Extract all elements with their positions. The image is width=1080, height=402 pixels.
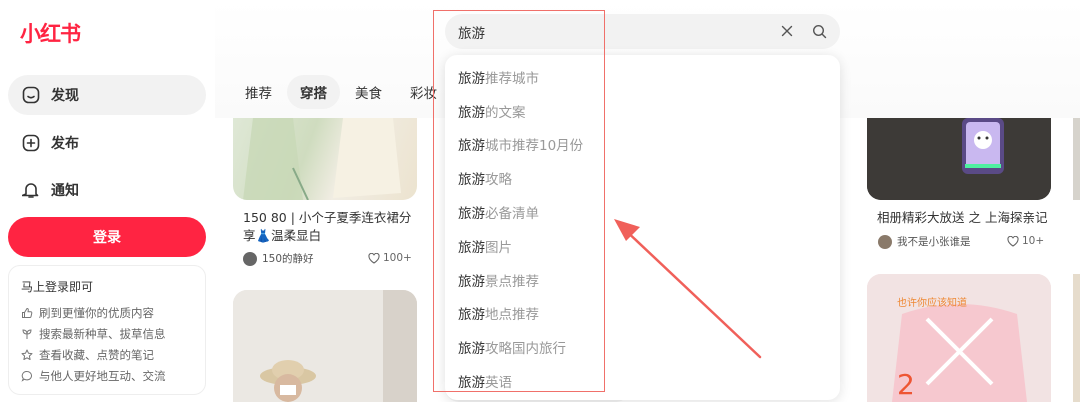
feature-item: 与他人更好地互动、交流 xyxy=(21,365,193,386)
sidebar-item-label: 通知 xyxy=(51,183,79,199)
search-icon[interactable] xyxy=(812,24,827,39)
heart-icon xyxy=(1007,235,1019,247)
note-title[interactable]: 相册精彩大放送 之 上海探亲记 xyxy=(877,209,1057,227)
discover-icon xyxy=(22,86,40,104)
close-icon[interactable] xyxy=(780,24,794,38)
note-cover-image[interactable] xyxy=(1073,118,1080,200)
avatar xyxy=(878,234,892,249)
tab-outfit[interactable]: 穿搭 xyxy=(287,75,340,109)
plus-square-icon xyxy=(22,134,40,152)
sprout-icon xyxy=(22,328,32,339)
mirror-selfie-photo xyxy=(233,290,417,402)
note-cover-image[interactable] xyxy=(867,118,1051,200)
note-author[interactable]: 150的静好 xyxy=(243,251,314,266)
pink-dress-photo: 也许你应该知道 2 xyxy=(867,274,1051,402)
tab-recommend[interactable]: 推荐 xyxy=(232,75,285,109)
thumbs-up-icon xyxy=(22,307,33,318)
note-cover-image[interactable] xyxy=(1073,274,1080,402)
note-title[interactable]: 150 80 | 小个子夏季连衣裙分 享👗温柔显白 xyxy=(243,209,413,245)
chat-bubble-icon xyxy=(21,370,32,382)
note-cover-image[interactable] xyxy=(233,118,417,200)
like-button[interactable]: 10+ xyxy=(1007,235,1044,247)
sidebar-item-publish[interactable]: 发布 xyxy=(8,123,206,163)
star-icon xyxy=(21,349,33,360)
feature-item: 搜索最新种草、拔草信息 xyxy=(21,323,193,344)
sidebar-item-label: 发现 xyxy=(51,88,79,104)
like-button[interactable]: 100+ xyxy=(368,252,412,264)
sidebar-item-discover[interactable]: 发现 xyxy=(8,75,206,115)
feature-item: 查看收藏、点赞的笔记 xyxy=(21,344,193,365)
svg-text:也许你应该知道: 也许你应该知道 xyxy=(897,296,967,309)
annotation-arrow xyxy=(614,219,762,359)
annotation-highlight-box xyxy=(433,10,605,392)
note-cover-image[interactable] xyxy=(233,290,417,402)
bell-icon xyxy=(22,183,39,198)
avatar xyxy=(243,251,257,266)
heart-icon xyxy=(368,252,380,264)
login-promo-card: 马上登录即可 刷到更懂你的优质内容 搜索最新种草、拔草信息 查看收藏、点赞的笔记… xyxy=(8,265,206,395)
tab-food[interactable]: 美食 xyxy=(342,75,395,109)
sidebar-item-notifications[interactable]: 通知 xyxy=(8,170,206,210)
feature-item: 刷到更懂你的优质内容 xyxy=(21,302,193,323)
login-promo-title: 马上登录即可 xyxy=(21,280,94,294)
phone-photo xyxy=(867,118,1051,200)
svg-text:2: 2 xyxy=(897,368,915,401)
channel-tabs: 推荐 穿搭 美食 彩妆 xyxy=(232,75,452,109)
note-cover-image[interactable]: 也许你应该知道 2 xyxy=(867,274,1051,402)
sidebar-item-label: 发布 xyxy=(51,136,79,152)
login-button[interactable]: 登录 xyxy=(8,217,206,257)
note-author[interactable]: 我不是小张谁是 xyxy=(878,234,971,249)
dress-photo xyxy=(243,118,401,200)
app-logo[interactable]: 小红书 xyxy=(20,18,81,48)
